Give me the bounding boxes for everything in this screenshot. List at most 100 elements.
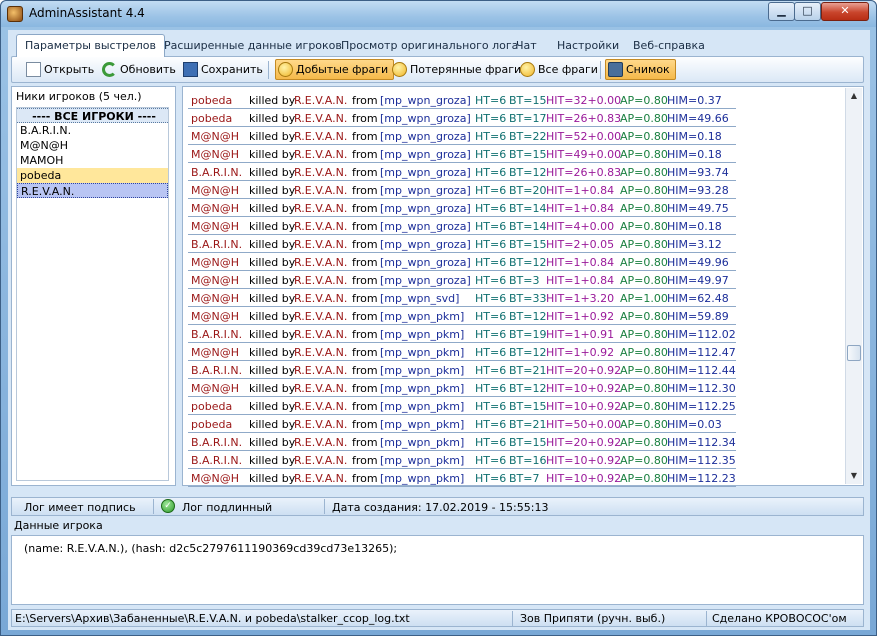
- tab-chat[interactable]: Чат: [508, 37, 545, 56]
- ap-value: AP=0.80: [620, 274, 668, 287]
- players-list[interactable]: ---- ВСЕ ИГРОКИ ---- B.A.R.I.N. M@N@H MA…: [16, 107, 169, 481]
- him-value: HIM=0.37: [667, 94, 722, 107]
- tab-settings[interactable]: Настройки: [549, 37, 627, 56]
- hit-value: HIT=10+0.92: [546, 400, 622, 413]
- snapshot-button[interactable]: Снимок: [605, 59, 676, 80]
- player-item-barin[interactable]: B.A.R.I.N.: [17, 123, 168, 138]
- all-frags-button[interactable]: Все фраги: [518, 59, 598, 80]
- hit-value: HIT=49+0.00: [546, 148, 622, 161]
- ap-value: AP=0.80: [620, 112, 668, 125]
- from-word: from: [352, 130, 378, 143]
- kill-log-row[interactable]: M@N@H killed by R.E.V.A.N. from [mp_wpn_pkm]…: [188, 343, 736, 361]
- kill-log-row[interactable]: B.A.R.I.N. killed by R.E.V.A.N. from [mp_wpn…: [188, 163, 736, 181]
- killed-by: killed by: [249, 382, 296, 395]
- players-title: Ники игроков (5 чел.): [16, 90, 142, 103]
- kill-log-row[interactable]: pobeda killed by R.E.V.A.N. from [mp_wpn_gro…: [188, 109, 736, 127]
- hit-value: HIT=20+0.92: [546, 364, 622, 377]
- scroll-down-icon[interactable]: ▼: [846, 468, 862, 484]
- kill-log-row[interactable]: B.A.R.I.N. killed by R.E.V.A.N. from [mp_wpn…: [188, 325, 736, 343]
- ap-value: AP=0.80: [620, 184, 668, 197]
- player-item-pobeda[interactable]: pobeda: [17, 168, 168, 183]
- victim-name: M@N@H: [191, 274, 239, 287]
- ap-value: AP=0.80: [620, 238, 668, 251]
- tab-shot-params[interactable]: Параметры выстрелов: [16, 34, 165, 57]
- killer-name: R.E.V.A.N.: [294, 400, 348, 413]
- tab-extended-player-data[interactable]: Расширенные данные игроков: [156, 37, 350, 56]
- minimize-button[interactable]: ▁: [768, 2, 795, 21]
- kill-log-row[interactable]: M@N@H killed by R.E.V.A.N. from [mp_wpn_groz…: [188, 181, 736, 199]
- log-status-bar: Лог имеет подпись ✓ Лог подлинный Дата с…: [11, 497, 864, 516]
- ht-value: HT=6: [475, 310, 507, 323]
- kill-log-scrollbar[interactable]: ▲ ▼: [845, 88, 862, 484]
- player-data-box[interactable]: (name: R.E.V.A.N.), (hash: d2c5c27976111…: [11, 535, 864, 605]
- app-window: AdminAssistant 4.4 ▁ □ ✕ Параметры выстр…: [0, 0, 877, 636]
- bt-value: BT=15: [509, 436, 547, 449]
- kill-log-row[interactable]: B.A.R.I.N. killed by R.E.V.A.N. from [mp_wpn…: [188, 361, 736, 379]
- bt-value: BT=12: [509, 382, 547, 395]
- open-button[interactable]: Открыть: [24, 59, 94, 80]
- kill-log-row[interactable]: M@N@H killed by R.E.V.A.N. from [mp_wpn_groz…: [188, 199, 736, 217]
- kill-log-row[interactable]: M@N@H killed by R.E.V.A.N. from [mp_wpn_pkm]…: [188, 307, 736, 325]
- ht-value: HT=6: [475, 184, 507, 197]
- map-name: Зов Припяти (ручн. выб.): [520, 612, 666, 625]
- kill-log-row[interactable]: M@N@H killed by R.E.V.A.N. from [mp_wpn_pkm]…: [188, 379, 736, 397]
- smile-icon: [278, 62, 293, 77]
- scroll-thumb[interactable]: [847, 345, 861, 361]
- ap-value: AP=0.80: [620, 346, 668, 359]
- from-word: from: [352, 202, 378, 215]
- weapon: [mp_wpn_groza]: [380, 184, 471, 197]
- kill-log-row[interactable]: M@N@H killed by R.E.V.A.N. from [mp_wpn_groz…: [188, 217, 736, 235]
- him-value: HIM=49.96: [667, 256, 729, 269]
- kill-log-row[interactable]: B.A.R.I.N. killed by R.E.V.A.N. from [mp_wpn…: [188, 433, 736, 451]
- ap-value: AP=0.80: [620, 148, 668, 161]
- weapon: [mp_wpn_groza]: [380, 112, 471, 125]
- kill-log-row[interactable]: M@N@H killed by R.E.V.A.N. from [mp_wpn_pkm]…: [188, 469, 736, 487]
- close-button[interactable]: ✕: [821, 2, 869, 21]
- player-item-manah[interactable]: M@N@H: [17, 138, 168, 153]
- victim-name: M@N@H: [191, 346, 239, 359]
- all-players-item[interactable]: ---- ВСЕ ИГРОКИ ----: [17, 108, 168, 123]
- status-separator: [153, 499, 154, 514]
- check-icon: ✓: [161, 499, 175, 513]
- player-item-revan[interactable]: R.E.V.A.N.: [17, 183, 168, 198]
- from-word: from: [352, 148, 378, 161]
- app-icon: [7, 6, 23, 22]
- kill-log-row[interactable]: pobeda killed by R.E.V.A.N. from [mp_wpn_pkm…: [188, 397, 736, 415]
- victim-name: M@N@H: [191, 220, 239, 233]
- victim-name: M@N@H: [191, 202, 239, 215]
- kill-log-row[interactable]: M@N@H killed by R.E.V.A.N. from [mp_wpn_svd]…: [188, 289, 736, 307]
- weapon: [mp_wpn_pkm]: [380, 400, 465, 413]
- weapon: [mp_wpn_pkm]: [380, 418, 465, 431]
- save-button[interactable]: Сохранить: [181, 59, 263, 80]
- victim-name: M@N@H: [191, 256, 239, 269]
- kill-log-row[interactable]: pobeda killed by R.E.V.A.N. from [mp_wpn_pkm…: [188, 415, 736, 433]
- kill-log-row[interactable]: M@N@H killed by R.E.V.A.N. from [mp_wpn_groz…: [188, 253, 736, 271]
- weapon: [mp_wpn_pkm]: [380, 436, 465, 449]
- bt-value: BT=17: [509, 112, 547, 125]
- tab-web-help[interactable]: Веб-справка: [625, 37, 713, 56]
- refresh-button[interactable]: Обновить: [100, 59, 176, 80]
- kill-log-row[interactable]: M@N@H killed by R.E.V.A.N. from [mp_wpn_groz…: [188, 145, 736, 163]
- kill-log-row[interactable]: B.A.R.I.N. killed by R.E.V.A.N. from [mp_wpn…: [188, 451, 736, 469]
- kills-filter-button[interactable]: Добытые фраги: [275, 59, 395, 80]
- victim-name: M@N@H: [191, 310, 239, 323]
- ap-value: AP=0.80: [620, 364, 668, 377]
- bt-value: BT=15: [509, 238, 547, 251]
- log-file-path: E:\Servers\Архив\Забаненные\R.E.V.A.N. и…: [15, 612, 410, 625]
- weapon: [mp_wpn_svd]: [380, 292, 460, 305]
- kill-log-row[interactable]: M@N@H killed by R.E.V.A.N. from [mp_wpn_groz…: [188, 271, 736, 289]
- ht-value: HT=6: [475, 328, 507, 341]
- tab-original-log[interactable]: Просмотр оригинального лога: [333, 37, 526, 56]
- toolbar-separator: [600, 61, 601, 79]
- kill-log-row[interactable]: M@N@H killed by R.E.V.A.N. from [mp_wpn_groz…: [188, 127, 736, 145]
- player-item-mamoh[interactable]: MAMOH: [17, 153, 168, 168]
- maximize-button[interactable]: □: [794, 2, 821, 21]
- scroll-up-icon[interactable]: ▲: [846, 88, 862, 104]
- bt-value: BT=15: [509, 400, 547, 413]
- deaths-filter-button[interactable]: Потерянные фраги: [390, 59, 521, 80]
- hit-value: HIT=4+0.00: [546, 220, 615, 233]
- hit-value: HIT=26+0.83: [546, 112, 622, 125]
- kill-log-row[interactable]: pobeda killed by R.E.V.A.N. from [mp_wpn_gro…: [188, 91, 736, 109]
- title-bar[interactable]: AdminAssistant 4.4 ▁ □ ✕: [1, 1, 876, 27]
- kill-log-row[interactable]: B.A.R.I.N. killed by R.E.V.A.N. from [mp_wpn…: [188, 235, 736, 253]
